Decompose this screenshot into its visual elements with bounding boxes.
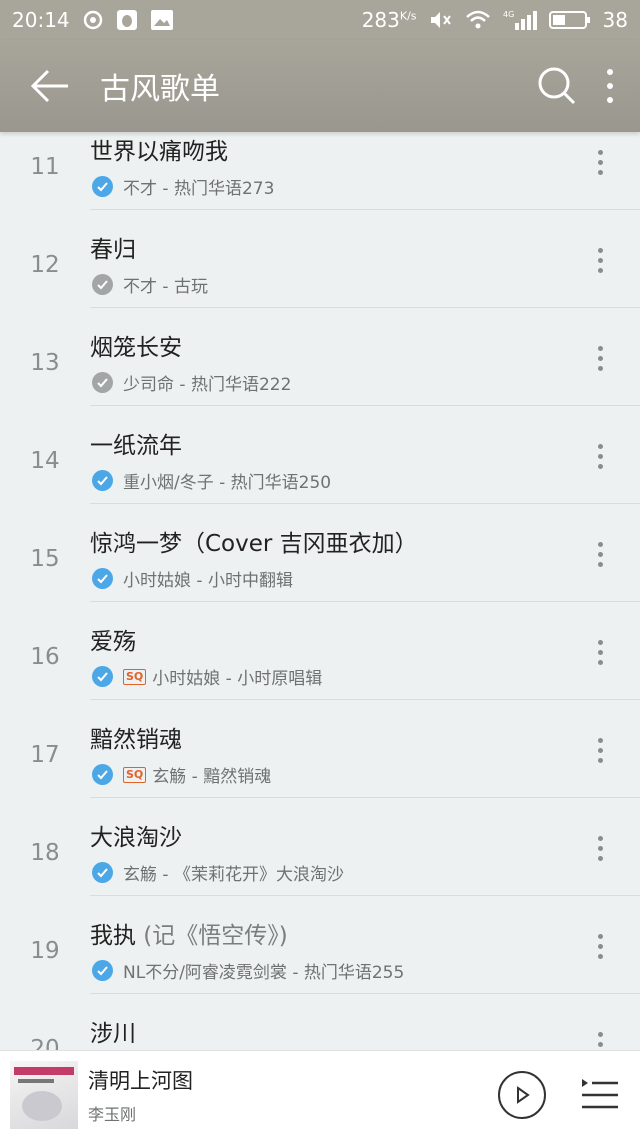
song-meta: SQ 玄觞 - 黯然销魂 [92, 762, 271, 787]
playlist-queue-button[interactable] [580, 1077, 620, 1113]
song-title: 惊鸿一梦（Cover 吉冈亜衣加） [90, 531, 418, 557]
downloaded-check-icon [92, 568, 113, 589]
song-row[interactable]: 11 世界以痛吻我不才 - 热门华语273 [0, 132, 640, 210]
song-row[interactable]: 15 惊鸿一梦（Cover 吉冈亜衣加） 小时姑娘 - 小时中翻辑 [0, 504, 640, 602]
svg-text:4G: 4G [503, 10, 514, 19]
song-number: 12 [30, 252, 60, 278]
weibo-icon [82, 9, 104, 31]
status-time: 20:14 [12, 8, 70, 32]
song-meta: SQ 小时姑娘 - 小时原唱辑 [92, 664, 322, 689]
play-icon [517, 1086, 530, 1104]
search-button[interactable] [536, 65, 578, 107]
song-row[interactable]: 13 烟笼长安少司命 - 热门华语222 [0, 308, 640, 406]
song-number: 16 [30, 644, 60, 670]
song-meta: 不才 - 古玩 [92, 272, 208, 297]
song-more-button[interactable] [590, 142, 610, 182]
song-artist-album: 小时姑娘 - 小时中翻辑 [123, 571, 293, 591]
song-number: 14 [30, 448, 60, 474]
song-meta: 不才 - 热门华语273 [92, 174, 274, 199]
song-artist-album: 不才 - 古玩 [123, 277, 208, 297]
net-speed: 283K/s [361, 8, 417, 32]
downloaded-check-icon [92, 960, 113, 981]
album-cover[interactable] [10, 1061, 78, 1129]
song-number: 15 [30, 546, 60, 572]
song-artist-album: 少司命 - 热门华语222 [123, 375, 292, 395]
song-more-button[interactable] [590, 828, 610, 868]
song-more-button[interactable] [590, 730, 610, 770]
song-title: 黯然销魂 [90, 727, 182, 753]
song-meta: 玄觞 - 《茉莉花开》大浪淘沙 [92, 860, 344, 885]
song-number: 17 [30, 742, 60, 768]
song-artist-album: 不才 - 热门华语273 [123, 179, 275, 199]
qq-icon [116, 9, 138, 31]
song-meta: 小时姑娘 - 小时中翻辑 [92, 566, 293, 591]
status-bar: 20:14 283K/s 4G 38 [0, 0, 640, 40]
song-artist-album: NL不分/阿睿凌霓剑裳 - 热门华语255 [123, 963, 405, 983]
song-number: 20 [30, 1036, 60, 1050]
more-vert-icon [607, 69, 613, 103]
song-row[interactable]: 12 春归不才 - 古玩 [0, 210, 640, 308]
song-row[interactable]: 16 爱殇 SQ 小时姑娘 - 小时原唱辑 [0, 602, 640, 700]
battery-icon [548, 9, 591, 31]
song-number: 19 [30, 938, 60, 964]
song-row[interactable]: 17 黯然销魂 SQ 玄觞 - 黯然销魂 [0, 700, 640, 798]
downloaded-check-icon [92, 470, 113, 491]
song-list: 11 世界以痛吻我不才 - 热门华语273 12 春归不才 - 古玩 13 烟笼长安少司命… [0, 132, 640, 1050]
song-number: 11 [30, 154, 60, 180]
downloaded-check-icon [92, 666, 113, 687]
song-more-button[interactable] [590, 534, 610, 574]
song-more-button[interactable] [590, 338, 610, 378]
overflow-menu-button[interactable] [600, 66, 620, 106]
song-meta: 重小烟/冬子 - 热门华语250 [92, 468, 331, 493]
downloaded-check-icon [92, 176, 113, 197]
song-artist-album: 玄觞 - 黯然销魂 [152, 767, 272, 787]
mini-player[interactable]: 清明上河图 李玉刚 [0, 1050, 640, 1139]
play-button[interactable] [498, 1071, 546, 1119]
song-more-button[interactable] [590, 632, 610, 672]
downloaded-check-icon [92, 764, 113, 785]
song-artist-album: 重小烟/冬子 - 热门华语250 [123, 473, 332, 493]
now-playing-artist: 李玉刚 [88, 1105, 137, 1124]
song-more-button[interactable] [590, 240, 610, 280]
song-more-button[interactable] [590, 436, 610, 476]
song-artist-album: 小时姑娘 - 小时原唱辑 [152, 669, 323, 689]
song-title: 世界以痛吻我 [90, 139, 228, 165]
app-bar: 古风歌单 [0, 40, 640, 132]
song-meta: NL不分/阿睿凌霓剑裳 - 热门华语255 [92, 958, 404, 983]
song-title: 春归 [90, 237, 136, 263]
search-icon [538, 67, 576, 105]
song-row[interactable]: 19 我执 (记《悟空传》) NL不分/阿睿凌霓剑裳 - 热门华语255 [0, 896, 640, 994]
song-more-button[interactable] [590, 1024, 610, 1050]
sq-badge: SQ [123, 766, 147, 783]
signal-icon: 4G [503, 9, 537, 31]
song-number: 18 [30, 840, 60, 866]
battery-level: 38 [602, 8, 628, 32]
cached-check-icon [92, 372, 113, 393]
wifi-icon [465, 9, 491, 31]
song-artist-album: 玄觞 - 《茉莉花开》大浪淘沙 [123, 865, 344, 885]
song-title: 涉川 [90, 1021, 136, 1047]
queue-icon [582, 1079, 618, 1109]
song-meta: 少司命 - 热门华语222 [92, 370, 291, 395]
song-title: 大浪淘沙 [90, 825, 182, 851]
page-title: 古风歌单 [100, 72, 220, 107]
back-arrow-icon [30, 69, 68, 103]
gallery-icon [150, 9, 174, 31]
mute-icon [429, 9, 453, 31]
song-number: 13 [30, 350, 60, 376]
song-row[interactable]: 20 涉川 [0, 994, 640, 1050]
song-title: 一纸流年 [90, 433, 182, 459]
song-row[interactable]: 18 大浪淘沙玄觞 - 《茉莉花开》大浪淘沙 [0, 798, 640, 896]
back-button[interactable] [0, 68, 100, 104]
song-row[interactable]: 14 一纸流年重小烟/冬子 - 热门华语250 [0, 406, 640, 504]
song-title: 烟笼长安 [90, 335, 182, 361]
now-playing-title: 清明上河图 [88, 1069, 193, 1093]
song-title: 我执 (记《悟空传》) [90, 923, 288, 949]
song-title: 爱殇 [90, 629, 136, 655]
downloaded-check-icon [92, 862, 113, 883]
song-more-button[interactable] [590, 926, 610, 966]
cached-check-icon [92, 274, 113, 295]
sq-badge: SQ [123, 668, 147, 685]
song-subtitle: (记《悟空传》) [136, 923, 288, 949]
